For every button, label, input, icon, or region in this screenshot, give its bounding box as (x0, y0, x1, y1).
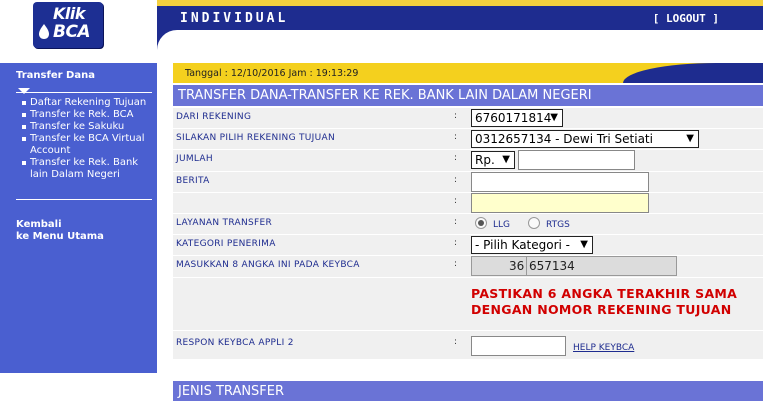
radio-llg-label: LLG (493, 220, 511, 230)
keybca-challenge-box: 36 657134 (471, 256, 677, 276)
chevron-down-icon: ▼ (686, 133, 694, 144)
sidebar-item-transfer-sakuku[interactable]: Transfer ke Sakuku (20, 121, 153, 133)
sidebar-item-transfer-bank-lain[interactable]: Transfer ke Rek. Bank lain Dalam Negeri (20, 157, 153, 181)
sidebar-item-daftar-rekening[interactable]: Daftar Rekening Tujuan (20, 97, 153, 109)
chevron-down-icon: ▼ (550, 112, 558, 123)
back-to-main-menu-link[interactable]: Kembali ke Menu Utama (16, 219, 104, 243)
berita-input-2[interactable] (471, 193, 649, 213)
expand-arrow-icon (18, 88, 30, 94)
layanan-label: LAYANAN TRANSFER (176, 218, 273, 228)
rekening-tujuan-select[interactable]: 0312657134 - Dewi Tri Setiati ▼ (471, 130, 699, 148)
colon: : (454, 196, 458, 206)
form-row-jumlah: JUMLAH : Rp. ▼ (173, 150, 763, 171)
form-row-kategori: KATEGORI PENERIMA : - Pilih Kategori - ▼ (173, 235, 763, 255)
form-row-rekening-tujuan: SILAKAN PILIH REKENING TUJUAN : 03126571… (173, 129, 763, 149)
form-row-layanan: LAYANAN TRANSFER : LLG RTGS (173, 214, 763, 234)
dari-rekening-value: 6760171814 (475, 111, 552, 125)
currency-value: Rp. (475, 153, 495, 167)
header-title: INDIVIDUAL (180, 11, 289, 26)
bca-mark-icon (39, 24, 49, 39)
kategori-label: KATEGORI PENERIMA (176, 239, 276, 249)
header-curve-decoration (157, 30, 177, 55)
jenis-transfer-title: JENIS TRANSFER (178, 384, 285, 399)
form-row-berita-1: BERITA : (173, 172, 763, 192)
sidebar-divider (16, 199, 152, 200)
logout-link[interactable]: [ LOGOUT ] (653, 12, 719, 25)
help-keybca-link[interactable]: HELP KEYBCA (573, 343, 634, 353)
colon: : (454, 238, 458, 248)
colon: : (454, 132, 458, 142)
keybca-divider (526, 257, 527, 275)
sidebar-divider (16, 92, 152, 93)
rekening-tujuan-label: SILAKAN PILIH REKENING TUJUAN (176, 133, 336, 143)
sidebar-title: Transfer Dana (16, 70, 95, 81)
sidebar-menu: Daftar Rekening Tujuan Transfer ke Rek. … (20, 97, 153, 181)
back-link-line2: ke Menu Utama (16, 231, 104, 242)
keybca-prefix: 36 (509, 259, 525, 273)
jumlah-input[interactable] (518, 150, 635, 170)
berita-label: BERITA (176, 176, 210, 186)
kategori-value: - Pilih Kategori - (475, 238, 571, 252)
warning-text: PASTIKAN 6 ANGKA TERAKHIR SAMA DENGAN NO… (471, 286, 738, 317)
colon: : (454, 337, 458, 347)
radio-llg[interactable] (475, 217, 487, 229)
rekening-tujuan-value: 0312657134 - Dewi Tri Setiati (475, 132, 653, 146)
back-link-line1: Kembali (16, 219, 62, 230)
berita-input-1[interactable] (471, 172, 649, 192)
jenis-transfer-bar: JENIS TRANSFER (173, 381, 763, 401)
form-row-respon: RESPON KEYBCA APPLI 2 : HELP KEYBCA (173, 331, 763, 359)
respon-label: RESPON KEYBCA APPLI 2 (176, 338, 294, 348)
sidebar: Transfer Dana Daftar Rekening Tujuan Tra… (0, 63, 157, 373)
keybca-value: 657134 (529, 259, 575, 273)
colon: : (454, 111, 458, 121)
form-row-dari-rekening: DARI REKENING : 6760171814 ▼ (173, 108, 763, 128)
header-bar: INDIVIDUAL [ LOGOUT ] (157, 6, 763, 30)
chevron-down-icon: ▼ (580, 239, 588, 250)
date-bar-curve-decoration (623, 63, 763, 83)
colon: : (454, 153, 458, 163)
klikbca-logo[interactable]: Klik BCA (33, 2, 103, 48)
colon: : (454, 175, 458, 185)
radio-rtgs-label: RTGS (546, 220, 570, 230)
respon-keybca-input[interactable] (471, 336, 566, 356)
date-bar: Tanggal : 12/10/2016 Jam : 19:13:29 (173, 63, 763, 83)
currency-select[interactable]: Rp. ▼ (471, 151, 515, 169)
logo-text-klik: Klik (53, 4, 86, 23)
logo-area: Klik BCA (0, 0, 157, 55)
form-row-keybca: MASUKKAN 8 ANGKA INI PADA KEYBCA : 36 65… (173, 256, 763, 277)
page-title-bar: TRANSFER DANA-TRANSFER KE REK. BANK LAIN… (173, 85, 763, 106)
keybca-label: MASUKKAN 8 ANGKA INI PADA KEYBCA (176, 260, 360, 270)
sidebar-item-transfer-bca[interactable]: Transfer ke Rek. BCA (20, 109, 153, 121)
jumlah-label: JUMLAH (176, 154, 213, 164)
dari-rekening-label: DARI REKENING (176, 112, 252, 122)
colon: : (454, 259, 458, 269)
sidebar-item-transfer-virtual-account[interactable]: Transfer ke BCA Virtual Account (20, 133, 153, 157)
page-title: TRANSFER DANA-TRANSFER KE REK. BANK LAIN… (178, 88, 592, 103)
kategori-select[interactable]: - Pilih Kategori - ▼ (471, 236, 593, 254)
form-row-berita-2: : (173, 193, 763, 213)
date-time-text: Tanggal : 12/10/2016 Jam : 19:13:29 (185, 68, 359, 79)
radio-rtgs[interactable] (528, 217, 540, 229)
dari-rekening-select[interactable]: 6760171814 ▼ (471, 109, 563, 127)
logo-text-bca: BCA (53, 22, 91, 42)
colon: : (454, 217, 458, 227)
chevron-down-icon: ▼ (502, 154, 510, 165)
form-row-warning: PASTIKAN 6 ANGKA TERAKHIR SAMA DENGAN NO… (173, 278, 763, 330)
